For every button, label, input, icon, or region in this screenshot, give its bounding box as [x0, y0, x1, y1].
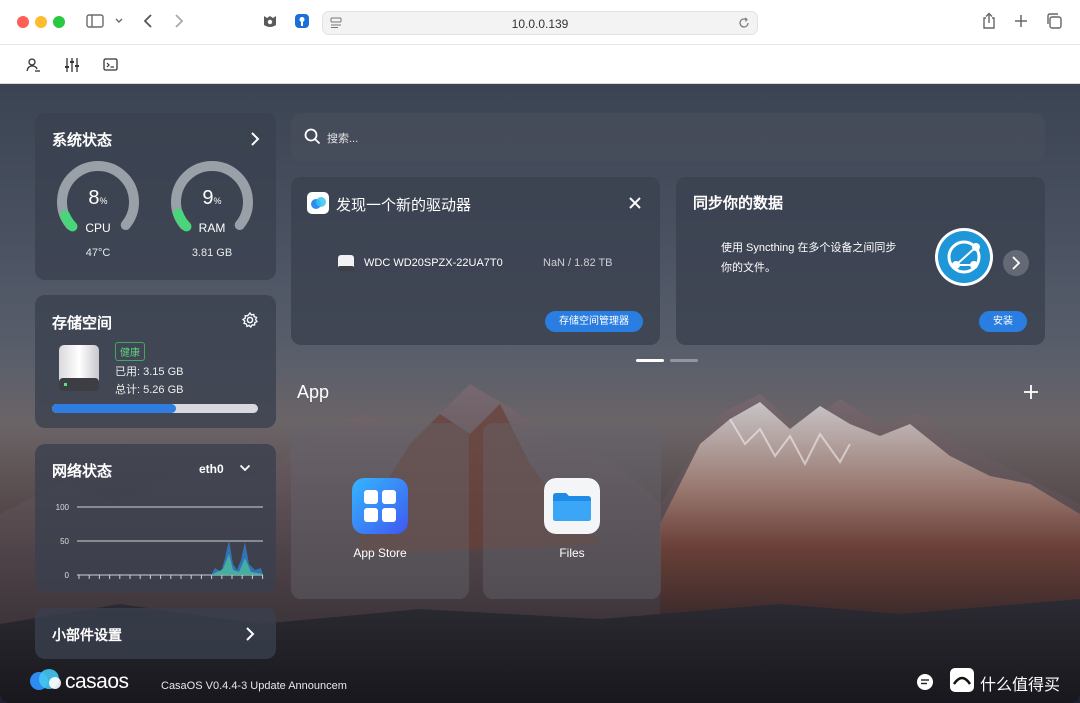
app-store-label: App Store — [353, 546, 407, 560]
widget-settings-label: 小部件设置 — [52, 627, 122, 643]
cpu-value: 8% — [88, 187, 108, 209]
close-window-button[interactable] — [17, 16, 29, 28]
minimize-window-button[interactable] — [35, 16, 47, 28]
sync-title: 同步你的数据 — [693, 195, 784, 212]
download-traffic-area — [211, 540, 263, 575]
ram-used: 3.81 GB — [191, 247, 233, 259]
search-bar[interactable]: 搜索... — [291, 113, 1045, 161]
files-label: Files — [559, 546, 585, 560]
storage-usage-fill — [52, 404, 176, 413]
network-title: 网络状态 — [52, 463, 113, 480]
watermark-logo-icon — [950, 668, 974, 692]
search-icon — [304, 128, 321, 145]
y-tick-100: 100 — [55, 503, 69, 512]
casaos-logo-icon — [307, 192, 329, 214]
casaos-wordmark: casaos — [65, 670, 129, 693]
interface-select[interactable]: eth0 — [199, 462, 224, 476]
system-status-title: 系统状态 — [52, 132, 113, 149]
message-icon[interactable] — [916, 673, 934, 691]
chevron-right-icon[interactable] — [250, 131, 260, 147]
health-badge: 健康 — [115, 342, 145, 361]
new-tab-icon[interactable] — [1010, 10, 1032, 32]
y-tick-0: 0 — [64, 571, 69, 580]
address-text: 10.0.0.139 — [511, 17, 569, 31]
drive-name: WDC WD20SPZX-22UA7T0 — [364, 257, 503, 269]
extension-toolbar — [0, 45, 1080, 84]
y-tick-50: 50 — [60, 537, 69, 546]
search-input[interactable]: 搜索... — [327, 130, 358, 146]
gear-icon[interactable] — [242, 312, 258, 328]
extension-shield-icon[interactable] — [259, 10, 281, 32]
network-traffic-chart — [77, 506, 264, 579]
update-announcement-link[interactable]: CasaOS V0.4.4-3 Update Announcem — [161, 680, 347, 692]
sync-description-line2: 你的文件。 — [721, 262, 776, 274]
casaos-brand-icon — [30, 669, 61, 690]
carousel-dot-active[interactable] — [636, 359, 664, 362]
ram-gauge: 9% RAM — [170, 159, 254, 243]
app-store-icon — [352, 478, 408, 534]
sidebar-toggle-icon[interactable] — [84, 10, 106, 32]
app-tile-app-store[interactable]: App Store — [291, 423, 469, 599]
app-section-title: App — [297, 382, 330, 402]
disk-icon — [338, 255, 354, 271]
password-manager-icon[interactable] — [291, 10, 313, 32]
chevron-right-icon — [246, 627, 255, 641]
chevron-down-icon[interactable] — [239, 463, 251, 473]
settings-sliders-icon[interactable] — [61, 54, 83, 76]
sync-data-card: 同步你的数据 使用 Syncthing 在多个设备之间同步 你的文件。 安装 — [676, 177, 1045, 345]
drive-size: NaN / 1.82 TB — [543, 257, 613, 269]
address-bar[interactable]: 10.0.0.139 — [322, 11, 758, 35]
storage-total: 总计: 5.26 GB — [115, 384, 184, 396]
carousel-dot[interactable] — [670, 359, 698, 362]
syncthing-logo-icon — [935, 228, 993, 286]
browser-chrome: 10.0.0.139 — [0, 0, 1080, 84]
storage-title: 存储空间 — [52, 315, 113, 332]
ram-label: RAM — [198, 221, 226, 235]
add-app-icon[interactable] — [1023, 384, 1039, 400]
hard-drive-icon — [59, 345, 99, 391]
chevron-down-icon[interactable] — [108, 10, 130, 32]
cpu-gauge: 8% CPU — [56, 159, 140, 243]
close-icon[interactable] — [628, 196, 642, 210]
watermark-text: 什么值得买 — [980, 677, 1061, 694]
share-icon[interactable] — [978, 10, 1000, 32]
storage-used: 已用: 3.15 GB — [115, 366, 184, 378]
storage-usage-bar — [52, 404, 258, 413]
app-tile-files[interactable]: Files — [483, 423, 661, 599]
zoom-window-button[interactable] — [53, 16, 65, 28]
install-button[interactable]: 安装 — [979, 311, 1027, 332]
ram-value: 9% — [202, 187, 222, 209]
storage-widget: 存储空间 健康 已用: 3.15 GB 总计: 5.26 GB — [35, 295, 276, 428]
tab-overview-icon[interactable] — [1043, 10, 1065, 32]
system-status-widget: 系统状态 8% CPU 47°C 9% RAM 3.81 GB — [35, 113, 276, 280]
cpu-label: CPU — [85, 221, 111, 235]
terminal-icon[interactable] — [100, 54, 122, 76]
network-widget: 网络状态 eth0 100 50 0 — [35, 444, 276, 592]
sync-description-line1: 使用 Syncthing 在多个设备之间同步 — [721, 242, 897, 254]
back-icon[interactable] — [137, 10, 159, 32]
new-drive-card: 发现一个新的驱动器 WDC WD20SPZX-22UA7T0 NaN / 1.8… — [291, 177, 660, 345]
title-bar: 10.0.0.139 — [0, 0, 1080, 45]
next-card-button[interactable] — [1002, 249, 1030, 277]
storage-manager-button[interactable]: 存储空间管理器 — [545, 311, 643, 332]
folder-icon — [544, 478, 600, 534]
user-icon[interactable] — [22, 54, 44, 76]
new-drive-title: 发现一个新的驱动器 — [336, 197, 472, 214]
reload-icon[interactable] — [738, 17, 750, 29]
cpu-temperature: 47°C — [85, 247, 111, 259]
forward-icon[interactable] — [168, 10, 190, 32]
widget-settings-button[interactable]: 小部件设置 — [35, 608, 276, 659]
